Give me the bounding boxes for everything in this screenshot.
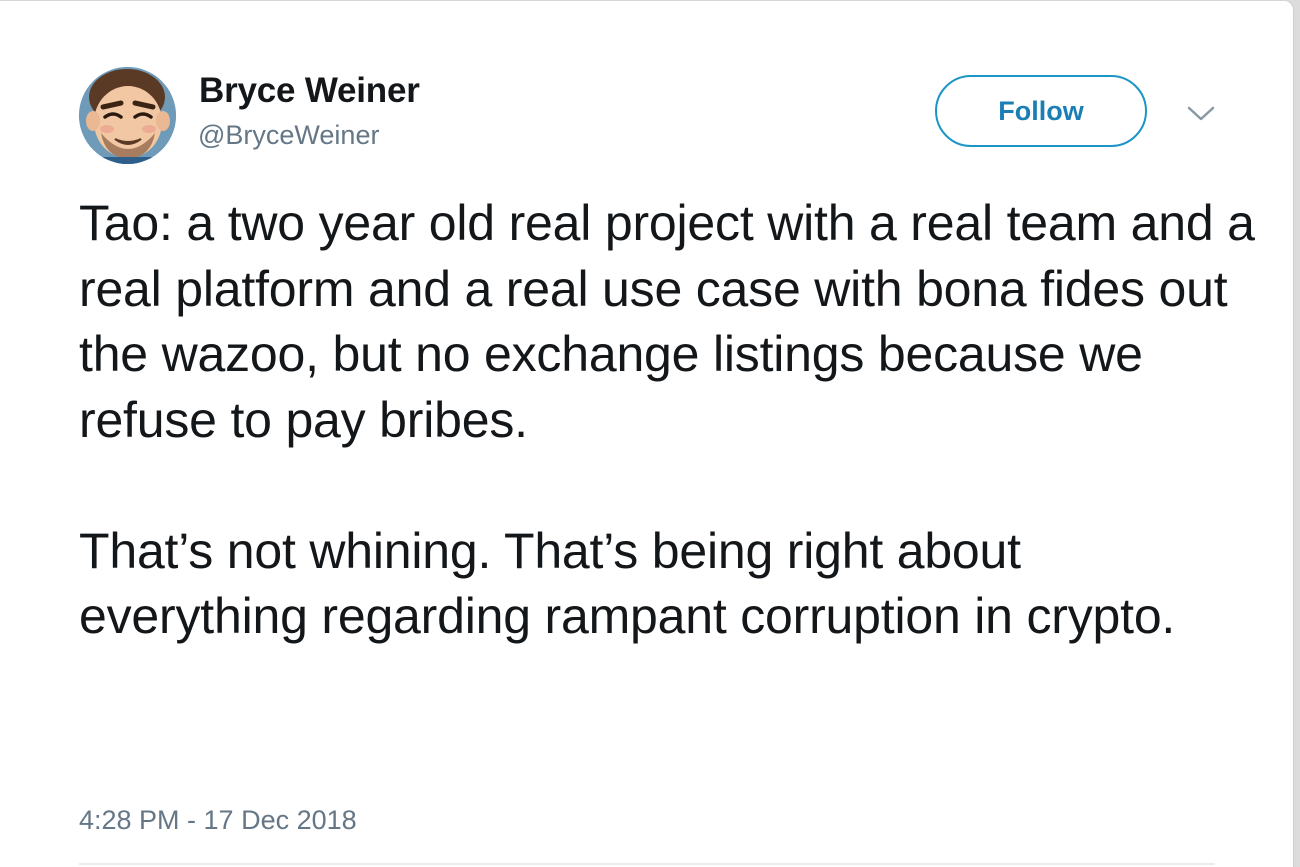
author-handle[interactable]: @BryceWeiner	[198, 120, 379, 151]
tweet-card: Bryce Weiner @BryceWeiner Follow Tao: a …	[0, 0, 1294, 867]
divider	[79, 863, 1215, 865]
tweet-timestamp[interactable]: 4:28 PM - 17 Dec 2018	[79, 805, 357, 836]
tweet-menu-button[interactable]	[1186, 104, 1216, 124]
follow-button[interactable]: Follow	[935, 75, 1147, 147]
tweet-paragraph: Tao: a two year old real project with a …	[79, 195, 1255, 448]
tweet-paragraph: That’s not whining. That’s being right a…	[79, 522, 1176, 645]
author-display-name[interactable]: Bryce Weiner	[199, 71, 420, 111]
cartoon-face-avatar-icon	[79, 67, 176, 164]
tweet-text: Tao: a two year old real project with a …	[79, 191, 1259, 650]
chevron-down-icon	[1187, 106, 1215, 121]
avatar[interactable]	[79, 67, 176, 164]
